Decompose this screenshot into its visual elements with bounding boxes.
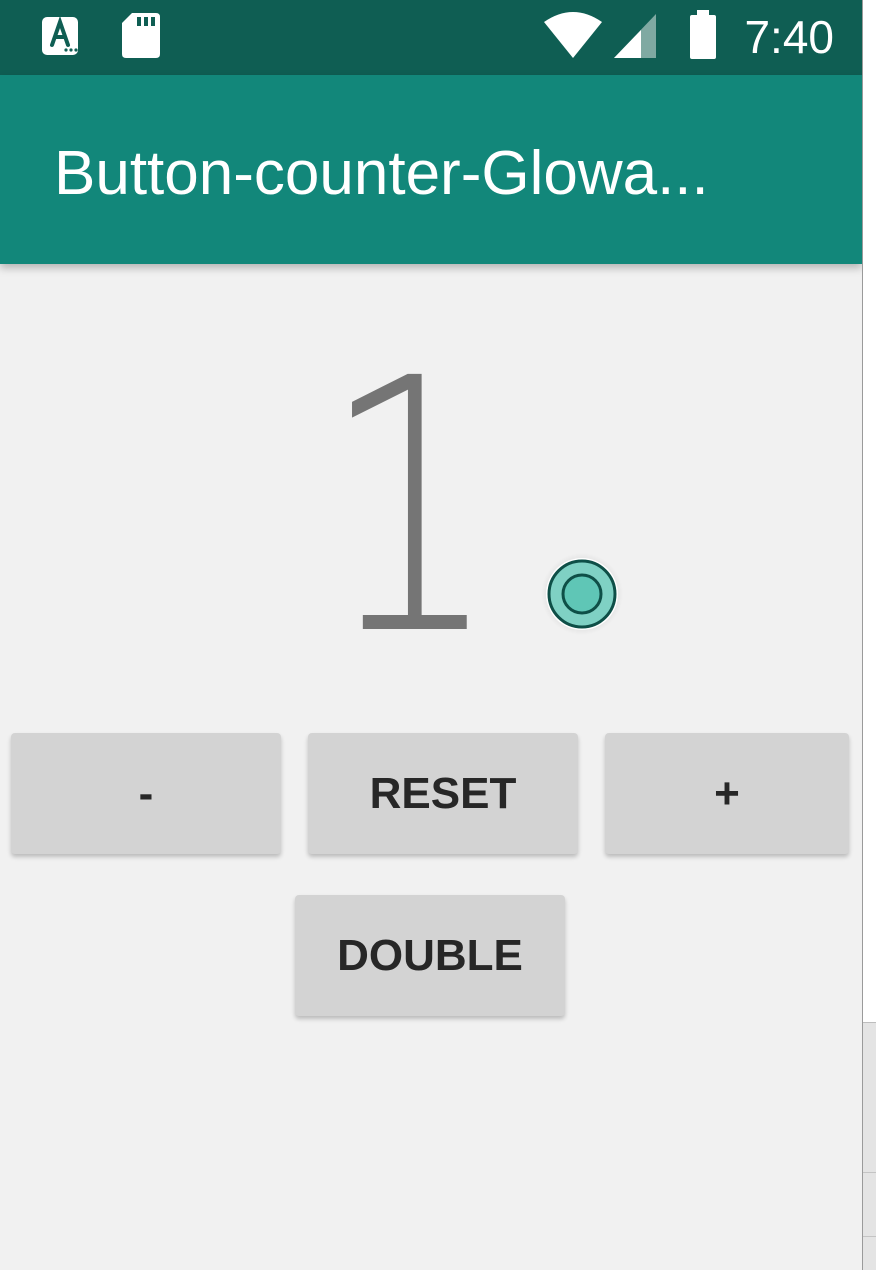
background-window-edge (862, 0, 876, 1270)
decrement-button[interactable]: - (11, 733, 281, 854)
counter-value: 1 (320, 304, 500, 712)
increment-button[interactable]: + (605, 733, 849, 854)
reset-button[interactable]: RESET (308, 733, 578, 854)
counter-display: 1 (0, 318, 820, 698)
double-button[interactable]: DOUBLE (295, 895, 565, 1016)
divider (863, 1172, 876, 1173)
background-panel (863, 1022, 876, 1270)
touch-indicator-icon (541, 553, 623, 635)
cell-signal-icon (614, 14, 656, 58)
status-bar: 7:40 (0, 0, 862, 75)
app-bar: Button-counter-Glowa... (0, 75, 862, 264)
sd-card-icon (122, 13, 160, 58)
divider (863, 1236, 876, 1237)
status-time: 7:40 (744, 11, 834, 63)
app-title: Button-counter-Glowa... (54, 139, 709, 208)
app-screen: 7:40 Button-counter-Glowa... 1 - RESET +… (0, 0, 862, 1270)
wifi-icon (544, 12, 602, 58)
font-a-icon (42, 15, 78, 55)
battery-icon (690, 10, 716, 59)
